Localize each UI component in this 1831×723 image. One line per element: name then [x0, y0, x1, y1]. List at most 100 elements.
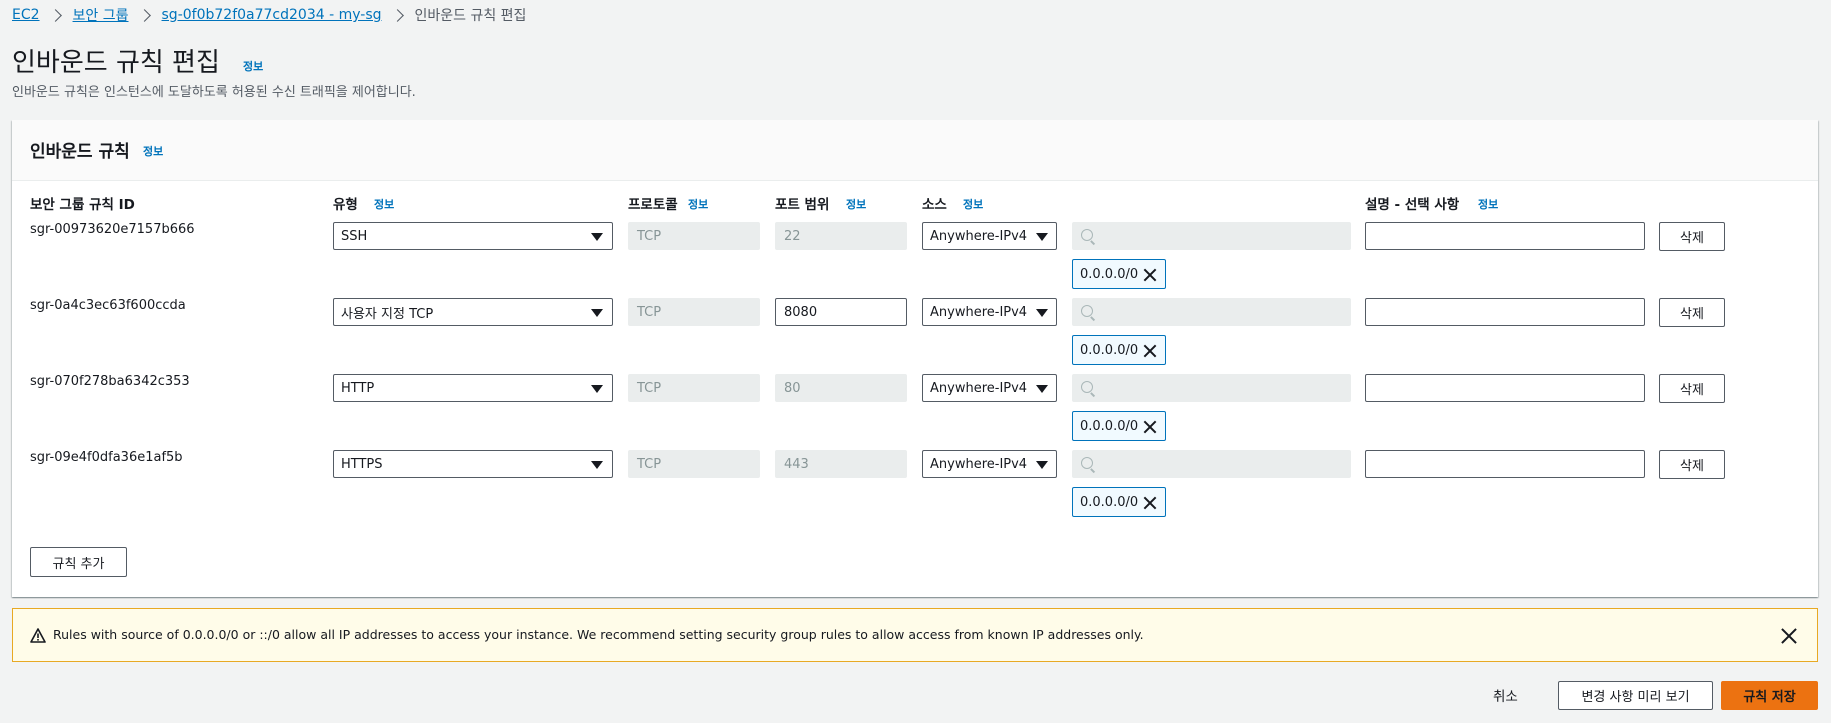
breadcrumb-current: 인바운드 규칙 편집: [414, 8, 527, 24]
caret-down-icon: [591, 233, 603, 241]
type-info-link[interactable]: 정보: [374, 196, 394, 212]
cidr-search-input[interactable]: [1072, 450, 1351, 478]
chevron-right-icon: [390, 8, 404, 22]
caret-down-icon: [591, 309, 603, 317]
search-icon: [1081, 305, 1093, 317]
warning-icon: [30, 628, 46, 643]
protocol-field: TCP: [628, 222, 760, 250]
cidr-token: 0.0.0.0/0: [1072, 259, 1166, 289]
panel-title: 인바운드 규칙: [30, 142, 130, 162]
protocol-field: TCP: [628, 374, 760, 402]
protocol-field: TCP: [628, 298, 760, 326]
caret-down-icon: [1036, 233, 1048, 241]
cancel-button[interactable]: 취소: [1493, 685, 1518, 705]
chevron-right-icon: [137, 8, 151, 22]
caret-down-icon: [1036, 461, 1048, 469]
column-type: 유형: [333, 197, 358, 213]
breadcrumb-security-group-link[interactable]: sg-0f0b72f0a77cd2034 - my-sg: [162, 7, 382, 23]
search-icon: [1081, 229, 1093, 241]
remove-token-icon[interactable]: [1143, 344, 1156, 357]
cidr-token-label: 0.0.0.0/0: [1080, 494, 1139, 510]
add-rule-button[interactable]: 규칙 추가: [30, 547, 127, 577]
close-icon[interactable]: [1781, 628, 1797, 644]
type-select-value: 사용자 지정 TCP: [341, 306, 434, 322]
rule-id: sgr-0a4c3ec63f600ccda: [30, 298, 186, 313]
delete-rule-button[interactable]: 삭제: [1659, 298, 1725, 327]
description-input[interactable]: [1365, 222, 1645, 250]
description-info-link[interactable]: 정보: [1478, 196, 1498, 212]
description-input[interactable]: [1365, 450, 1645, 478]
port-range-info-link[interactable]: 정보: [846, 196, 866, 212]
search-icon: [1081, 457, 1093, 469]
remove-token-icon[interactable]: [1143, 268, 1156, 281]
type-select[interactable]: HTTP: [333, 374, 613, 402]
source-info-link[interactable]: 정보: [963, 196, 983, 212]
cidr-token-label: 0.0.0.0/0: [1080, 418, 1139, 434]
description-input[interactable]: [1365, 374, 1645, 402]
port-range-field: 443: [775, 450, 907, 478]
rule-row: sgr-070f278ba6342c353 HTTP TCP 80 Anywhe…: [12, 374, 1818, 450]
page-title: 인바운드 규칙 편집: [12, 48, 220, 78]
panel-header: 인바운드 규칙 정보: [12, 120, 1818, 181]
column-description: 설명 - 선택 사항: [1365, 197, 1460, 213]
column-port-range: 포트 범위: [775, 197, 830, 213]
preview-changes-button[interactable]: 변경 사항 미리 보기: [1558, 681, 1713, 710]
alert-message: Rules with source of 0.0.0.0/0 or ::/0 a…: [53, 627, 1144, 642]
chevron-right-icon: [48, 8, 62, 22]
inbound-rules-panel: 인바운드 규칙 정보 보안 그룹 규칙 ID 유형 정보 프로토콜 정보 포트 …: [12, 120, 1818, 597]
delete-rule-button[interactable]: 삭제: [1659, 374, 1725, 403]
source-select-value: Anywhere-IPv4: [930, 304, 1028, 320]
type-select-value: SSH: [341, 228, 368, 244]
type-select[interactable]: HTTPS: [333, 450, 613, 478]
breadcrumb-ec2-link[interactable]: EC2: [12, 7, 40, 23]
breadcrumb-security-groups-link[interactable]: 보안 그룹: [73, 5, 129, 25]
column-rule-id: 보안 그룹 규칙 ID: [30, 197, 135, 213]
protocol-field: TCP: [628, 450, 760, 478]
remove-token-icon[interactable]: [1143, 496, 1156, 509]
rule-row: sgr-09e4f0dfa36e1af5b HTTPS TCP 443 Anyw…: [12, 450, 1818, 526]
port-range-field: 80: [775, 374, 907, 402]
cidr-token: 0.0.0.0/0: [1072, 411, 1166, 441]
port-range-input[interactable]: 8080: [775, 298, 907, 326]
source-select[interactable]: Anywhere-IPv4: [922, 298, 1057, 326]
caret-down-icon: [591, 461, 603, 469]
panel-info-link[interactable]: 정보: [143, 143, 163, 159]
delete-rule-button[interactable]: 삭제: [1659, 222, 1725, 251]
type-select-value: HTTP: [341, 380, 375, 396]
cidr-token-label: 0.0.0.0/0: [1080, 266, 1139, 282]
page-description: 인바운드 규칙은 인스턴스에 도달하도록 허용된 수신 트래픽을 제어합니다.: [12, 85, 416, 100]
source-select-value: Anywhere-IPv4: [930, 380, 1028, 396]
cidr-search-input[interactable]: [1072, 374, 1351, 402]
description-input[interactable]: [1365, 298, 1645, 326]
type-select[interactable]: SSH: [333, 222, 613, 250]
caret-down-icon: [591, 385, 603, 393]
cidr-token: 0.0.0.0/0: [1072, 335, 1166, 365]
cidr-search-input[interactable]: [1072, 298, 1351, 326]
caret-down-icon: [1036, 309, 1048, 317]
cidr-search-input[interactable]: [1072, 222, 1351, 250]
rule-id: sgr-00973620e7157b666: [30, 222, 195, 237]
caret-down-icon: [1036, 385, 1048, 393]
warning-alert: Rules with source of 0.0.0.0/0 or ::/0 a…: [12, 608, 1818, 662]
search-icon: [1081, 381, 1093, 393]
breadcrumb: EC2 보안 그룹 sg-0f0b72f0a77cd2034 - my-sg 인…: [12, 5, 526, 25]
source-select-value: Anywhere-IPv4: [930, 228, 1028, 244]
delete-rule-button[interactable]: 삭제: [1659, 450, 1725, 479]
protocol-info-link[interactable]: 정보: [688, 196, 708, 212]
cidr-token: 0.0.0.0/0: [1072, 487, 1166, 517]
source-select[interactable]: Anywhere-IPv4: [922, 374, 1057, 402]
column-protocol: 프로토콜: [628, 197, 678, 213]
save-rules-button[interactable]: 규칙 저장: [1721, 681, 1818, 710]
page-info-link[interactable]: 정보: [243, 58, 263, 74]
source-select[interactable]: Anywhere-IPv4: [922, 222, 1057, 250]
cidr-token-label: 0.0.0.0/0: [1080, 342, 1139, 358]
rule-id: sgr-070f278ba6342c353: [30, 374, 190, 389]
remove-token-icon[interactable]: [1143, 420, 1156, 433]
type-select[interactable]: 사용자 지정 TCP: [333, 298, 613, 326]
type-select-value: HTTPS: [341, 456, 383, 472]
source-select[interactable]: Anywhere-IPv4: [922, 450, 1057, 478]
rule-id: sgr-09e4f0dfa36e1af5b: [30, 450, 183, 465]
rule-row: sgr-00973620e7157b666 SSH TCP 22 Anywher…: [12, 222, 1818, 298]
column-source: 소스: [922, 197, 947, 213]
rule-row: sgr-0a4c3ec63f600ccda 사용자 지정 TCP TCP 808…: [12, 298, 1818, 374]
